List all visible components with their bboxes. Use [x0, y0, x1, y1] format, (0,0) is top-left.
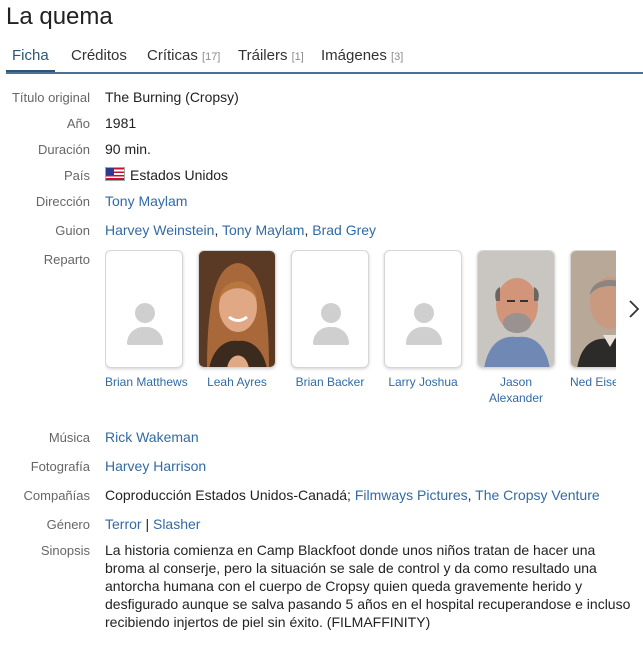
- person-placeholder-icon: [105, 250, 183, 368]
- cast-photo: [198, 250, 276, 368]
- chevron-right-icon[interactable]: [625, 297, 643, 321]
- photography-label: Fotografía: [30, 459, 90, 474]
- cast-card[interactable]: Jason Alexander: [477, 250, 555, 406]
- genre-value: Terror | Slasher: [105, 516, 200, 532]
- cast-card[interactable]: Larry Joshua: [384, 250, 462, 390]
- tab-trailers[interactable]: Tráilers [1]: [238, 44, 304, 72]
- cast-name[interactable]: Larry Joshua: [384, 374, 462, 390]
- cast-name[interactable]: Brian Backer: [291, 374, 369, 390]
- direction-label: Dirección: [35, 194, 90, 209]
- cast-name[interactable]: Ned Eisenberg: [570, 374, 616, 390]
- duration-label: Duración: [37, 142, 90, 157]
- cast-label: Reparto: [43, 252, 90, 267]
- country-name: Estados Unidos: [130, 167, 229, 183]
- company-link[interactable]: The Cropsy Venture: [475, 487, 600, 503]
- coproduction-text: Coproducción Estados Unidos-Canadá;: [105, 487, 355, 503]
- cast-photo: [570, 250, 616, 368]
- tab-ficha[interactable]: Ficha: [6, 44, 55, 72]
- original-title-value: The Burning (Cropsy): [105, 89, 239, 105]
- synopsis-text: La historia comienza en Camp Blackfoot d…: [105, 542, 631, 630]
- separator: ,: [467, 487, 476, 503]
- original-title-label: Título original: [11, 90, 90, 105]
- companies-label: Compañías: [23, 488, 90, 503]
- writer-link[interactable]: Brad Grey: [312, 222, 376, 238]
- director-link[interactable]: Tony Maylam: [105, 193, 187, 209]
- man-portrait-image: [571, 251, 616, 367]
- companies-value: Coproducción Estados Unidos-Canadá; Film…: [105, 487, 600, 503]
- music-value: Rick Wakeman: [105, 429, 199, 445]
- person-placeholder-icon: [384, 250, 462, 368]
- cast-name[interactable]: Jason Alexander: [477, 374, 555, 406]
- composer-link[interactable]: Rick Wakeman: [105, 429, 199, 445]
- cast-name[interactable]: Leah Ayres: [198, 374, 276, 390]
- tab-label: Imágenes: [321, 47, 387, 64]
- synopsis-label: Sinopsis: [40, 543, 90, 558]
- tab-count: [1]: [291, 51, 304, 63]
- tab-criticas[interactable]: Críticas [17]: [147, 44, 220, 72]
- script-value: Harvey Weinstein, Tony Maylam, Brad Grey: [105, 222, 376, 238]
- man-portrait-image: [478, 251, 554, 367]
- country-label: País: [63, 168, 90, 183]
- tab-creditos[interactable]: Créditos: [71, 44, 127, 72]
- direction-value: Tony Maylam: [105, 193, 187, 209]
- cast-card[interactable]: Brian Matthews: [105, 250, 188, 390]
- page-title: La quema: [6, 3, 113, 30]
- tab-label: Críticas: [147, 47, 198, 64]
- script-label: Guion: [55, 223, 90, 238]
- cast-card[interactable]: Leah Ayres: [198, 250, 276, 390]
- genre-link[interactable]: Slasher: [153, 516, 200, 532]
- year-value: 1981: [105, 115, 137, 131]
- tab-bar: Ficha Créditos Críticas [17] Tráilers [1…: [6, 44, 643, 74]
- cast-card[interactable]: Ned Eisenberg: [570, 250, 616, 390]
- tab-imagenes[interactable]: Imágenes [3]: [321, 44, 403, 72]
- duration-value: 90 min.: [105, 141, 151, 157]
- music-label: Música: [48, 430, 90, 445]
- woman-portrait-image: [199, 251, 275, 367]
- cast-card[interactable]: Brian Backer: [291, 250, 369, 390]
- country-value: Estados Unidos: [105, 167, 228, 183]
- tab-count: [3]: [391, 51, 404, 63]
- separator: ,: [214, 222, 222, 238]
- tab-count: [17]: [202, 51, 221, 63]
- writer-link[interactable]: Harvey Weinstein: [105, 222, 214, 238]
- genre-label: Género: [46, 517, 90, 532]
- separator: |: [141, 516, 153, 532]
- cast-photo: [477, 250, 555, 368]
- person-placeholder-icon: [291, 250, 369, 368]
- genre-link[interactable]: Terror: [105, 516, 142, 532]
- cast-carousel: Brian Matthews Leah Ayres Brian Backer L…: [105, 250, 616, 410]
- tab-label: Tráilers: [238, 47, 288, 64]
- cinematographer-link[interactable]: Harvey Harrison: [105, 458, 206, 474]
- photography-value: Harvey Harrison: [105, 458, 206, 474]
- writer-link[interactable]: Tony Maylam: [222, 222, 304, 238]
- year-label: Año: [66, 116, 90, 131]
- tab-label: Ficha: [12, 47, 49, 64]
- us-flag-icon: [105, 167, 125, 181]
- tab-label: Créditos: [71, 47, 127, 64]
- cast-name[interactable]: Brian Matthews: [105, 374, 188, 390]
- company-link[interactable]: Filmways Pictures: [355, 487, 468, 503]
